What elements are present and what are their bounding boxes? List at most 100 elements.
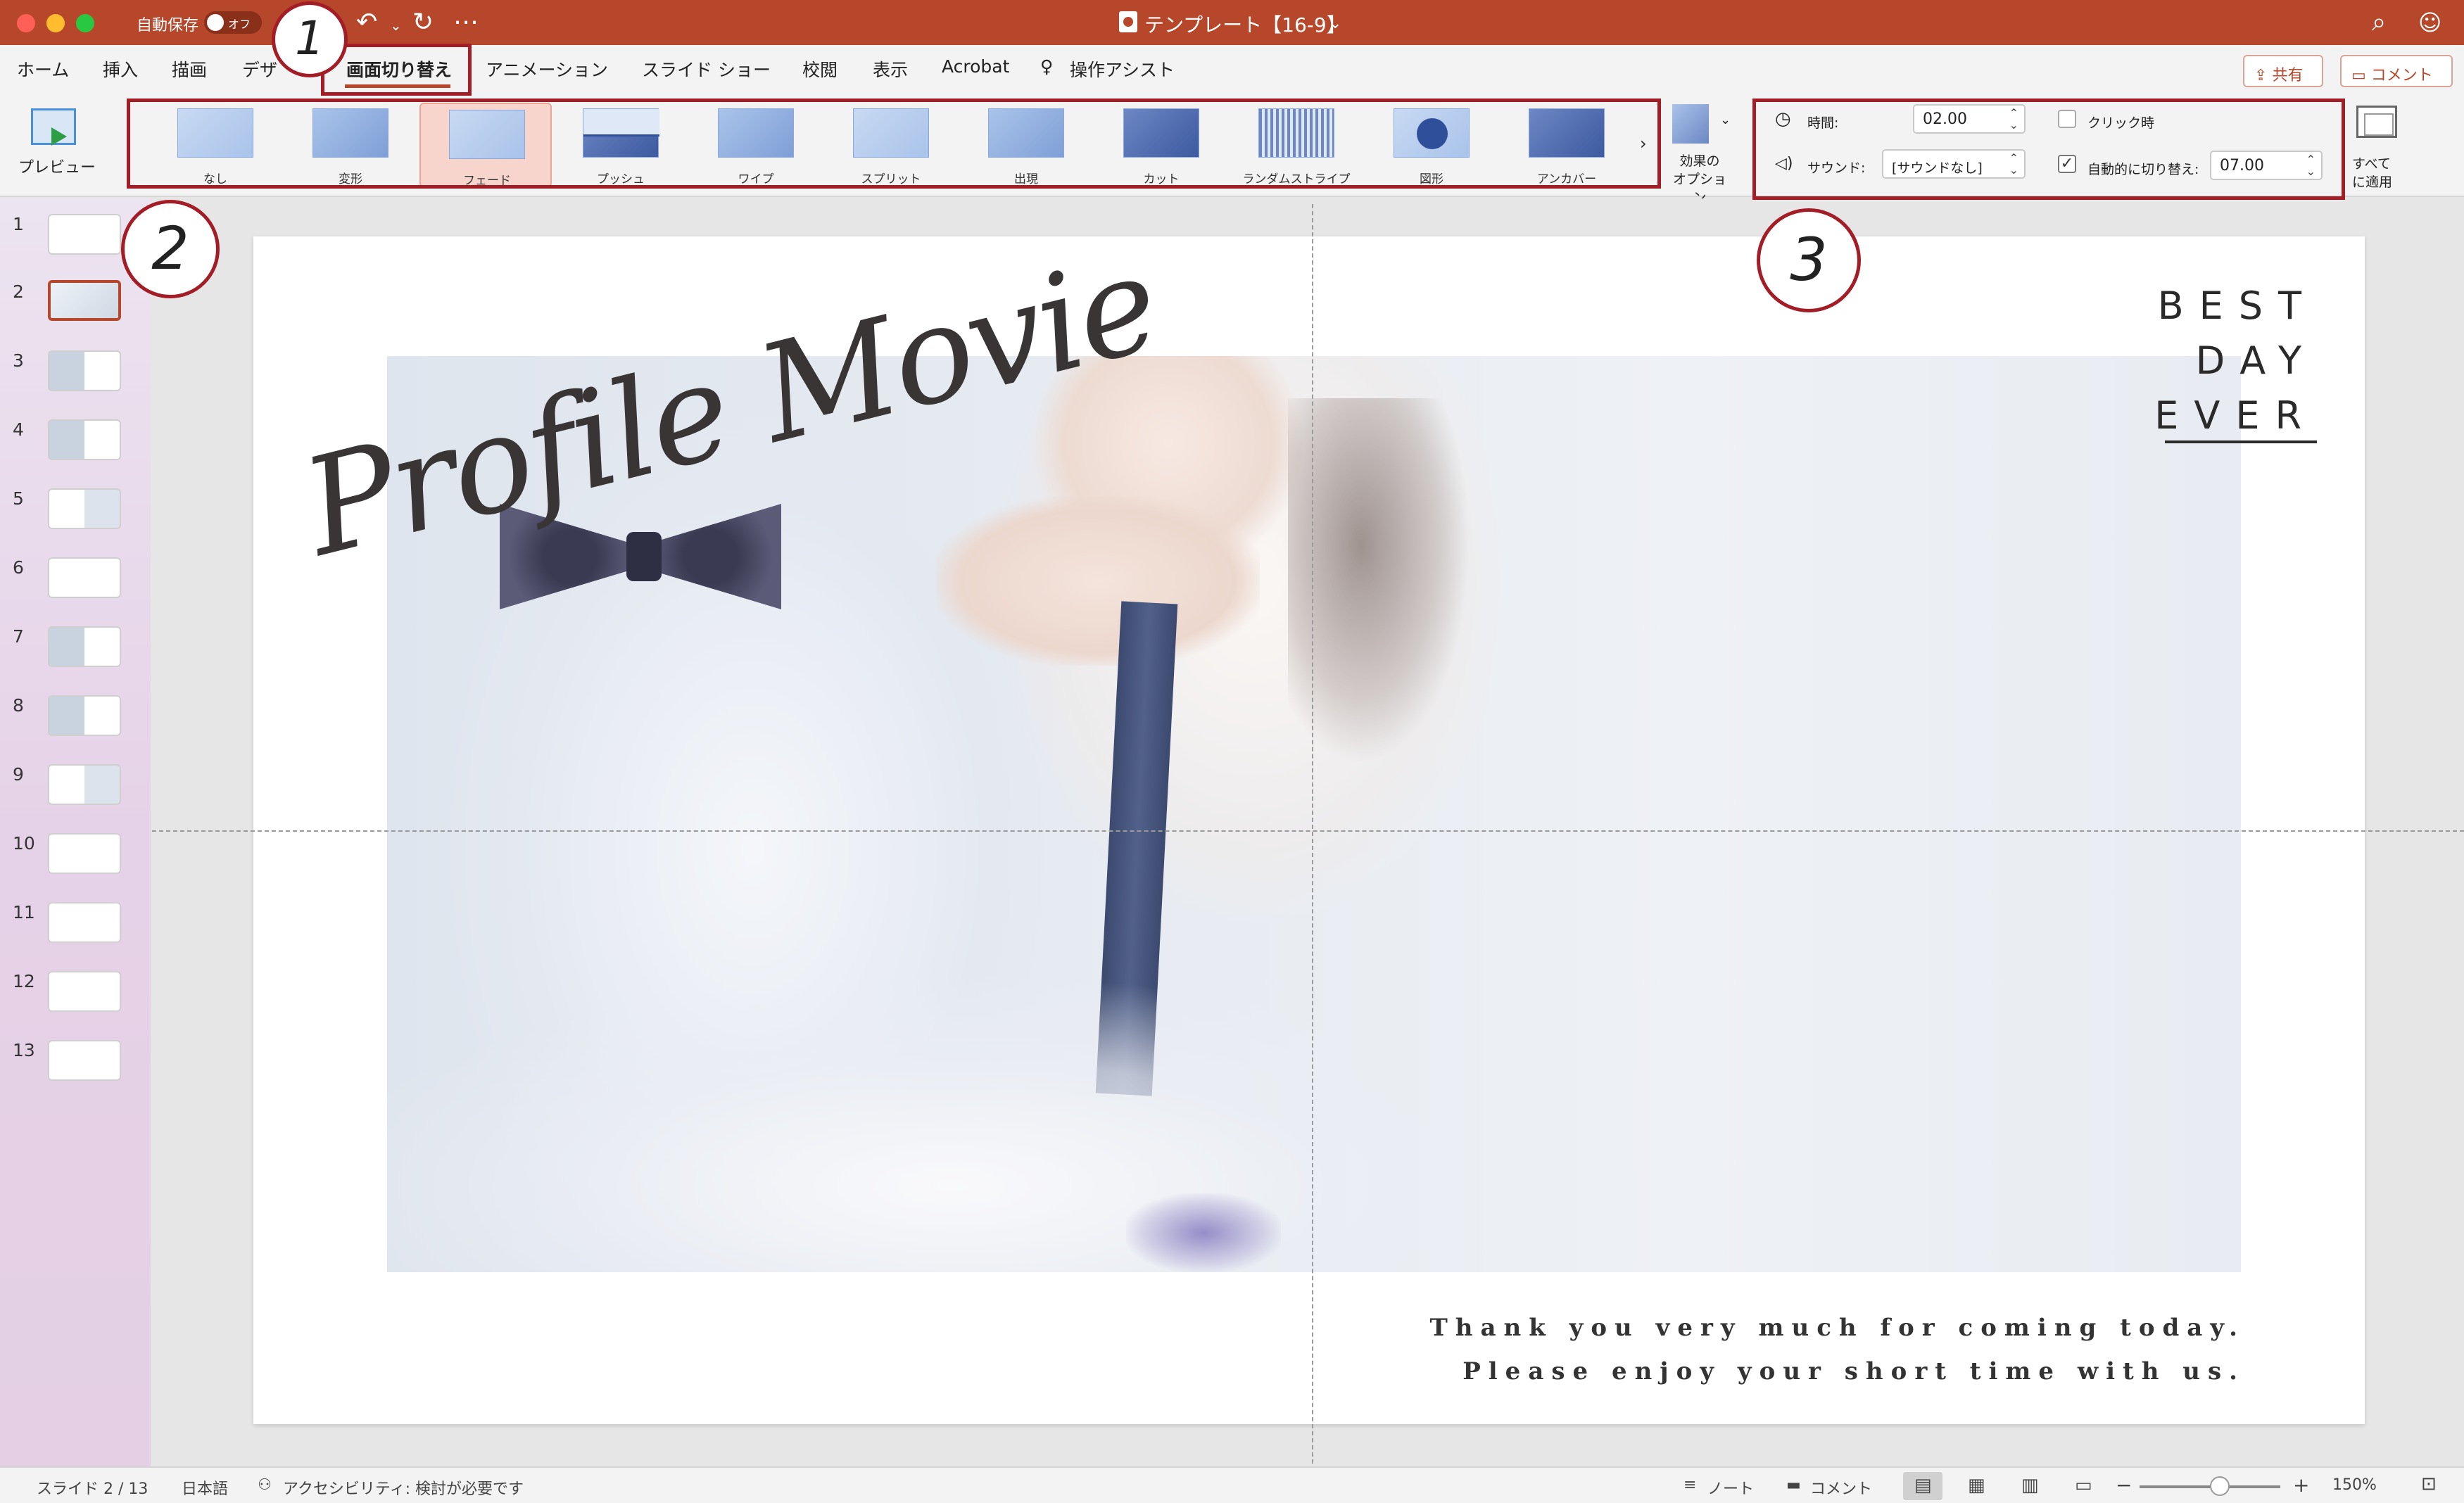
language-indicator[interactable]: 日本語 <box>182 1476 228 1499</box>
apply-to-all-label[interactable]: すべて に適用 <box>2352 155 2392 191</box>
vertical-guide[interactable] <box>1312 204 1313 1471</box>
comment-label: コメント <box>2370 67 2433 84</box>
zoom-slider-handle[interactable] <box>2210 1476 2230 1496</box>
slide-number: 13 <box>13 1040 35 1060</box>
slide-thumbnail-10[interactable] <box>48 833 121 874</box>
bowtie-right <box>640 504 781 609</box>
normal-view-button[interactable]: ▤ <box>1903 1472 1942 1500</box>
tab-home[interactable]: ホーム <box>17 56 69 82</box>
slide-thumbnail-6[interactable] <box>48 557 121 598</box>
close-window-button[interactable] <box>17 14 35 32</box>
accessibility-status[interactable]: アクセシビリティ: 検討が必要です <box>283 1476 524 1499</box>
slide-thumbnail-panel: 1 2 3 4 5 6 7 8 9 10 11 12 13 <box>0 198 151 1466</box>
lightbulb-icon: ♀ <box>1040 56 1054 77</box>
normal-view-icon: ▤ <box>1914 1475 1932 1496</box>
photo-hair <box>1288 398 1471 764</box>
day-line: DAY <box>2195 338 2317 383</box>
effect-options-icon[interactable] <box>1672 104 1709 144</box>
document-title[interactable]: テンプレート【16-9】 <box>1144 10 1346 38</box>
title-bar: 自動保存 オフ ↶ ⌄ ↻ ⋯ テンプレート【16-9】 ⌄ ⌕ ☺ <box>0 0 2464 45</box>
apply-to-all-icon[interactable] <box>2356 106 2397 138</box>
slide-thumbnail-1[interactable] <box>48 214 121 255</box>
slide-number: 11 <box>13 902 35 922</box>
slideshow-view-button[interactable]: ▭ <box>2064 1472 2103 1500</box>
autosave-label: 自動保存 <box>137 17 199 34</box>
undo-chevron-icon[interactable]: ⌄ <box>390 8 402 42</box>
thanks-message[interactable]: Thank you very much for coming today. Pl… <box>1429 1306 2245 1393</box>
slide-number: 4 <box>13 419 24 440</box>
slide-thumbnail-12[interactable] <box>48 971 121 1012</box>
slide-thumbnail-9[interactable] <box>48 764 121 805</box>
accessibility-icon[interactable]: ⚇ <box>258 1476 272 1494</box>
comments-button[interactable]: ▭ コメント <box>2340 55 2453 87</box>
slide-sorter-button[interactable]: ▦ <box>1957 1472 1996 1500</box>
annotation-circle-1: 1 <box>272 1 348 77</box>
thanks-line-1: Thank you very much for coming today. <box>1429 1314 2245 1342</box>
slide-thumbnail-13[interactable] <box>48 1040 121 1081</box>
share-button[interactable]: ⇪ 共有 <box>2243 55 2323 87</box>
reading-view-button[interactable]: ▥ <box>2010 1472 2049 1500</box>
preview-label[interactable]: プレビュー <box>18 155 96 177</box>
minimize-window-button[interactable] <box>46 14 65 32</box>
share-icon: ⇪ <box>2254 67 2268 84</box>
annotation-circle-2: 2 <box>121 200 220 298</box>
photo-flowers <box>387 975 2241 1272</box>
zoom-window-button[interactable] <box>76 14 94 32</box>
account-icon[interactable]: ☺ <box>2418 6 2441 39</box>
slide-number: 12 <box>13 971 35 991</box>
tab-slideshow[interactable]: スライド ショー <box>642 56 771 82</box>
slide-thumbnail-7[interactable] <box>48 626 121 667</box>
effect-options-chevron-icon[interactable]: ⌄ <box>1720 113 1731 127</box>
best-day-ever-text[interactable]: BEST DAY EVER <box>2154 279 2317 443</box>
best-day-ever-underline <box>2165 440 2317 443</box>
slide-indicator: スライド 2 / 13 <box>37 1480 149 1498</box>
slide-number: 2 <box>13 281 24 302</box>
annotation-circle-3: 3 <box>1757 208 1861 312</box>
comment-icon: ▭ <box>2351 67 2366 84</box>
slide-number: 7 <box>13 626 24 647</box>
title-chevron-icon[interactable]: ⌄ <box>1329 7 1341 41</box>
zoom-in-button[interactable]: + <box>2293 1473 2309 1497</box>
bowtie-knot <box>626 532 662 581</box>
slide-thumbnail-4[interactable] <box>48 419 121 460</box>
apply-all-line1: すべて <box>2352 156 2391 172</box>
tab-view[interactable]: 表示 <box>873 56 908 82</box>
slide-number: 9 <box>13 764 24 785</box>
slide-thumbnail-11[interactable] <box>48 902 121 943</box>
autosave-toggle[interactable]: オフ <box>204 11 262 34</box>
fit-to-window-icon[interactable]: ⊡ <box>2421 1473 2437 1495</box>
slide-thumbnail-8[interactable] <box>48 695 121 736</box>
preview-icon[interactable] <box>31 108 76 146</box>
tab-review[interactable]: 校閲 <box>802 56 838 82</box>
slideshow-view-icon: ▭ <box>2075 1475 2092 1496</box>
thanks-line-2: Please enjoy your short time with us. <box>1462 1357 2245 1385</box>
redo-icon[interactable]: ↻ <box>412 6 434 39</box>
reading-view-icon: ▥ <box>2021 1475 2039 1496</box>
undo-icon[interactable]: ↶ <box>356 6 377 39</box>
powerpoint-doc-icon <box>1119 11 1137 32</box>
notes-button[interactable]: ノート <box>1707 1476 1754 1499</box>
notes-icon[interactable]: ≡ <box>1683 1476 1696 1494</box>
tab-tell-me[interactable]: 操作アシスト <box>1070 56 1175 82</box>
more-icon[interactable]: ⋯ <box>453 6 479 39</box>
best-line: BEST <box>2157 284 2317 328</box>
apply-all-line2: に適用 <box>2352 175 2393 190</box>
horizontal-guide[interactable] <box>152 830 2464 832</box>
ever-line: EVER <box>2154 393 2317 438</box>
zoom-level[interactable]: 150% <box>2332 1476 2377 1494</box>
comments-status-button[interactable]: コメント <box>1810 1476 1872 1499</box>
photo-hand <box>936 497 1260 666</box>
annotation-box-gallery <box>127 99 1661 189</box>
tab-insert[interactable]: 挿入 <box>103 56 138 82</box>
slide-thumbnail-3[interactable] <box>48 350 121 391</box>
tab-draw[interactable]: 描画 <box>172 56 207 82</box>
slide-thumbnail-2[interactable] <box>48 280 121 321</box>
slide-thumbnail-5[interactable] <box>48 488 121 529</box>
zoom-out-button[interactable]: − <box>2116 1473 2132 1497</box>
comments-status-icon[interactable]: ▬ <box>1786 1476 1801 1494</box>
tab-acrobat[interactable]: Acrobat <box>942 56 1009 77</box>
tab-animations[interactable]: アニメーション <box>486 56 608 82</box>
tab-design[interactable]: デザ <box>242 56 277 82</box>
annotation-box-3 <box>1752 99 2345 200</box>
search-icon[interactable]: ⌕ <box>2372 6 2386 39</box>
